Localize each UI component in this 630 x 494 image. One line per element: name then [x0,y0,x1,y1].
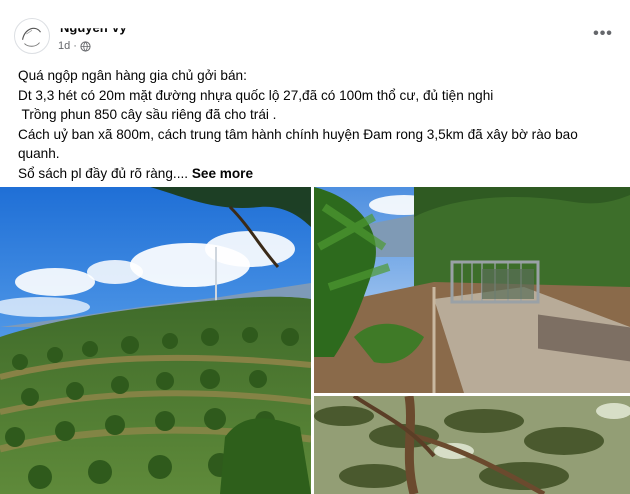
more-horizontal-icon: ••• [593,25,613,42]
photo-gallery [0,187,630,494]
author-name[interactable]: Nguyễn Vy [60,28,127,35]
post-body-text: Quá ngộp ngân hàng gia chủ gởi bán: Dt 3… [18,66,618,183]
post-line: Sổ sách pl đầy đủ rõ ràng.... [18,165,189,181]
farm-gate-driveway-photo[interactable] [314,187,630,393]
avatar-sketch-icon [21,27,41,47]
post-line: Quá ngộp ngân hàng gia chủ gởi bán: [18,68,247,83]
durian-tree-canopy-photo[interactable] [314,396,630,494]
see-more-link[interactable]: See more [192,166,253,181]
durian-orchard-hillside-photo[interactable] [0,187,311,494]
post-meta: 1d · [58,40,91,52]
post-line: Trồng phun 850 cây sầu riêng đã cho trái… [18,107,277,122]
post-header: Nguyễn Vy 1d · ••• [0,0,630,62]
post-card: Nguyễn Vy 1d · ••• Quá ngộp ngân hàng gi… [0,0,630,494]
post-line: Dt 3,3 hét có 20m mặt đường nhựa quốc lộ… [18,87,494,103]
avatar[interactable] [14,18,50,54]
post-line: Cách uỷ ban xã 800m, cách trung tâm hành… [18,126,578,142]
post-line: quanh. [18,146,60,161]
post-last-line: Sổ sách pl đầy đủ rõ ràng.... See more [18,164,618,184]
globe-icon [80,40,91,52]
more-options-button[interactable]: ••• [590,24,616,44]
post-timestamp[interactable]: 1d [58,40,70,52]
